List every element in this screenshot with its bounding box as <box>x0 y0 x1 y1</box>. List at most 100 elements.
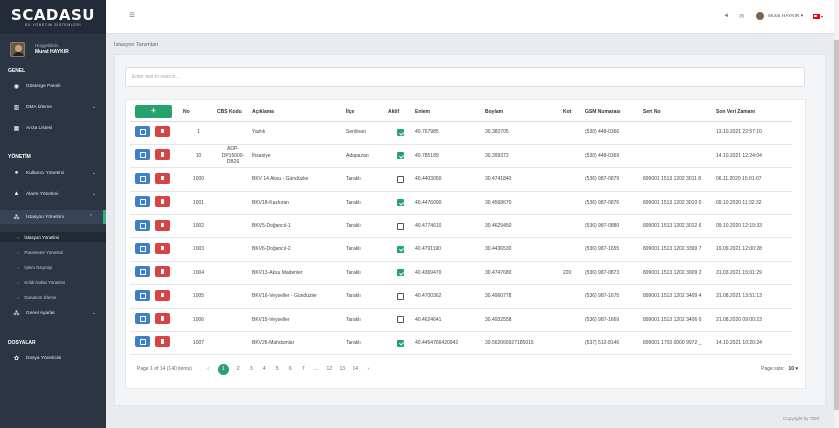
active-checkbox[interactable] <box>396 152 404 160</box>
sidebar-item-file-manager[interactable]: ✿ Dosya Yöneticisi <box>0 351 106 365</box>
mail-icon[interactable]: ✉ <box>739 13 744 20</box>
cell-seri: 899001 1513 1202 3011 8 <box>640 167 713 192</box>
column-header[interactable]: İlçe <box>343 103 385 122</box>
scrollbar[interactable] <box>834 0 839 428</box>
delete-button[interactable] <box>155 149 170 161</box>
table-row[interactable]: 1001 BKV18-Kazkıran Taraklı 40.4476090 30.45… <box>130 191 792 216</box>
delete-button[interactable] <box>155 289 170 301</box>
active-cell <box>385 191 412 216</box>
page-button[interactable]: 13 <box>339 366 346 372</box>
sidebar-subitem-hardware[interactable]: ○ Donanım İzleme <box>0 292 106 302</box>
column-header[interactable]: Seri No <box>640 103 713 122</box>
active-checkbox[interactable] <box>396 129 404 137</box>
sidebar-subitem-history[interactable]: ○ İşlem Geçmişi <box>0 262 106 272</box>
sidebar-item-user-management[interactable]: ● Kullanıcı Yönetimi ⌄ <box>0 166 106 180</box>
sidebar-item-dma[interactable]: ▥ DMA İzleme ⌄ <box>0 100 106 114</box>
cell-boylam: 30.4960778 <box>482 284 560 309</box>
active-checkbox[interactable] <box>396 316 404 324</box>
edit-button[interactable] <box>135 336 150 348</box>
sidebar-subitem-critical-point[interactable]: ○ Kritik Nokta Yönetimi <box>0 277 106 287</box>
page-button[interactable]: 5 <box>274 366 281 372</box>
page-button[interactable]: 7 <box>300 366 307 372</box>
cell-desc: BKV6-Doğancıl-2 <box>249 237 343 262</box>
table-row[interactable]: 1 Yazlık Serdivan 40.767985 30.382705 (530) 4… <box>130 121 792 145</box>
page-button[interactable]: 2 <box>235 366 242 372</box>
sidebar-item-label: Arıza Listesi <box>26 125 53 131</box>
table-row[interactable]: 1002 BKV5-Doğancıl-1 Taraklı 40.4774610 30.4… <box>130 214 792 239</box>
delete-button[interactable] <box>155 172 170 184</box>
edit-button[interactable] <box>135 266 150 278</box>
edit-button[interactable] <box>135 289 150 301</box>
chevron-down-icon[interactable]: ▾ <box>821 14 823 19</box>
cell-ilce: Taraklı <box>343 284 385 309</box>
column-header[interactable]: Enlem <box>412 103 482 122</box>
page-button[interactable]: 14 <box>352 366 359 372</box>
next-page-button[interactable]: › <box>365 366 372 372</box>
scrollbar-thumb[interactable] <box>834 40 839 410</box>
edit-button[interactable] <box>135 313 150 325</box>
delete-button[interactable] <box>155 196 170 208</box>
column-header[interactable]: Aktif <box>385 103 412 122</box>
delete-button[interactable] <box>155 125 170 137</box>
page-button[interactable]: 4 <box>261 366 268 372</box>
column-header[interactable]: Açıklama <box>249 103 343 122</box>
active-checkbox[interactable] <box>396 245 404 253</box>
logo[interactable]: SCADASU SU YÖNETİM SİSTEMLERİ <box>0 0 106 34</box>
sidebar-item-alarm-list[interactable]: ▦ Arıza Listesi <box>0 121 106 135</box>
page-button[interactable]: 1 <box>217 363 229 375</box>
page-button[interactable]: 12 <box>326 366 333 372</box>
user-avatar[interactable] <box>756 12 765 20</box>
page-button[interactable]: 6 <box>287 366 294 372</box>
delete-button[interactable] <box>155 266 170 278</box>
edit-button[interactable] <box>135 149 150 161</box>
delete-button[interactable] <box>155 336 170 348</box>
prev-page-button[interactable]: ‹ <box>205 366 212 372</box>
active-checkbox[interactable] <box>396 222 404 230</box>
sidebar-subitem-parameter[interactable]: ○ Parametre Yönetimi <box>0 247 106 257</box>
edit-button[interactable] <box>135 196 150 208</box>
sidebar-item-alarm-management[interactable]: ▲ Alarm Yönetimi ⌄ <box>0 187 106 201</box>
sidebar-item-dashboard[interactable]: ◉ Gösterge Paneli <box>0 79 106 93</box>
column-header[interactable]: No <box>180 103 214 122</box>
page-size-value[interactable]: 10 ▾ <box>789 366 798 372</box>
active-checkbox[interactable] <box>396 339 404 347</box>
page-button[interactable]: 3 <box>248 366 255 372</box>
sidebar-item-general-settings[interactable]: ⁂ Genel Ayarlar ⌄ <box>0 306 106 320</box>
column-header[interactable]: GSM Numarası <box>582 103 640 122</box>
page-size-label: Page size: <box>761 366 785 372</box>
column-header[interactable]: Son Veri Zamanı <box>713 103 792 122</box>
table-row[interactable]: 1007 BKV26-Mahdumlar Taraklı 40.44547664209… <box>130 331 792 356</box>
table-row[interactable]: 1004 BKV13-Aksu Madenler Taraklı 40.4369470… <box>130 261 792 286</box>
table-row[interactable]: 1000 BKV 14 Aksu - Gündüzke Taraklı 40.4403… <box>130 167 792 192</box>
table-row[interactable]: 1006 BKV15-Veyseller Taraklı 40.4624641 30.4… <box>130 308 792 333</box>
cell-kot <box>560 237 582 262</box>
sidebar-subitem-station[interactable]: ○ İstasyon Yönetimi <box>0 232 106 242</box>
edit-button[interactable] <box>135 242 150 254</box>
edit-button[interactable] <box>135 172 150 184</box>
column-header[interactable]: Kot <box>560 103 582 122</box>
edit-button[interactable] <box>135 125 150 137</box>
active-checkbox[interactable] <box>396 175 404 183</box>
search-input[interactable] <box>125 67 805 87</box>
cell-boylam: 30.4932558 <box>482 308 560 333</box>
turkey-flag-icon[interactable] <box>812 13 820 19</box>
table-row[interactable]: 1003 BKV6-Doğancıl-2 Taraklı 40.4791190 30.4… <box>130 237 792 262</box>
delete-button[interactable] <box>155 313 170 325</box>
edit-button[interactable] <box>135 219 150 231</box>
delete-button[interactable] <box>155 242 170 254</box>
delete-button[interactable] <box>155 219 170 231</box>
user-menu[interactable]: Murat HAYKIR ▾ <box>768 14 803 19</box>
table-row[interactable]: 1005 BKV16-Veyseller - Gündüzler Taraklı 40… <box>130 284 792 309</box>
add-button[interactable]: + <box>135 105 172 119</box>
sidebar-item-station-management[interactable]: ⁂ İstasyon Yönetimi ⌃ <box>0 210 106 224</box>
active-checkbox[interactable] <box>396 292 404 300</box>
column-header[interactable]: Boylam <box>482 103 560 122</box>
page-size-selector[interactable]: Page size: 10 ▾ <box>761 366 798 372</box>
cell-gsm: (530) 448-0369 <box>582 144 640 169</box>
hamburger-icon[interactable]: ≡ <box>129 11 138 21</box>
column-header[interactable]: CBS Kodu <box>214 103 249 122</box>
active-checkbox[interactable] <box>396 269 404 277</box>
table-row[interactable]: 10 ADP-DP15000-DB26 İhsaniye Adapazarı 40.78… <box>130 144 792 169</box>
megaphone-icon[interactable]: ◄ <box>723 13 729 19</box>
active-checkbox[interactable] <box>396 199 404 207</box>
